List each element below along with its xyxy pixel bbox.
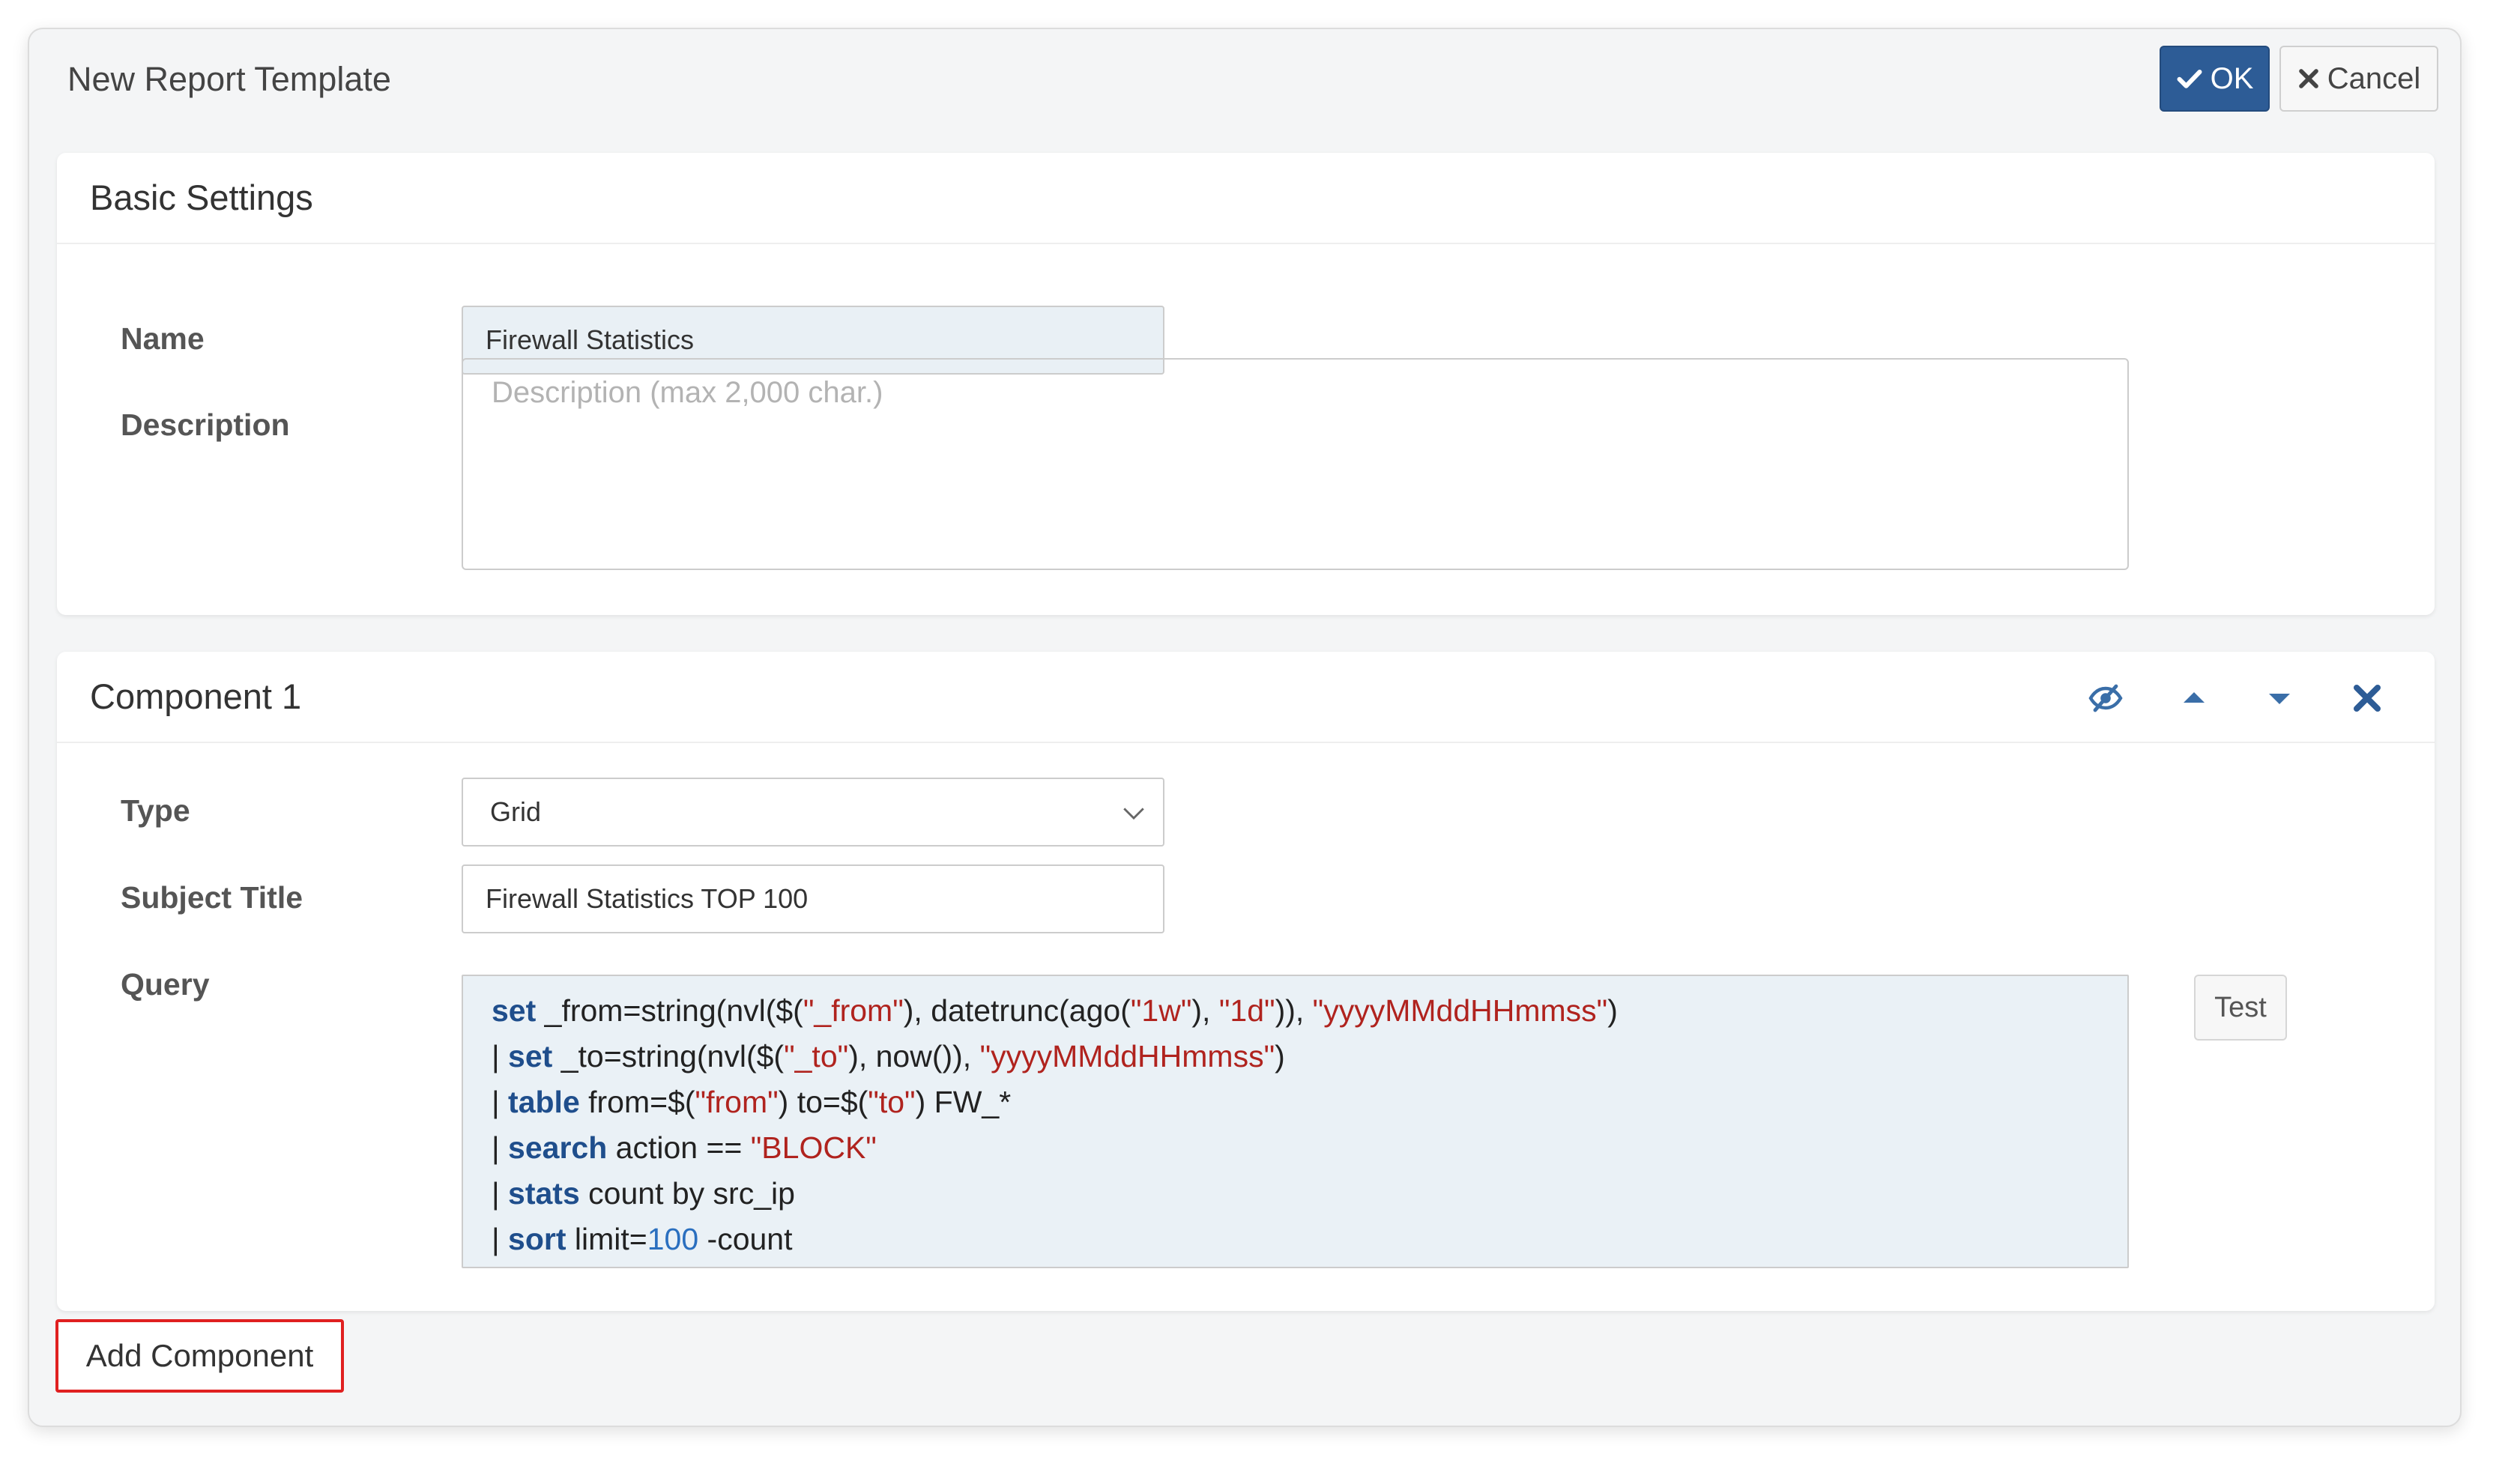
cancel-label: Cancel [2327,61,2421,95]
query-line: | table from=$("from") to=$("to") FW_* [492,1085,1012,1119]
test-button[interactable]: Test [2194,975,2287,1041]
close-icon[interactable] [2349,680,2385,716]
query-line: | search action == "BLOCK" [492,1130,877,1165]
description-label: Description [121,408,290,442]
subject-title-input[interactable]: Firewall Statistics TOP 100 [462,864,1164,933]
report-template-dialog: New Report Template OK Cancel Basic Sett… [28,28,2462,1427]
dialog-title: New Report Template [67,60,391,98]
type-select[interactable]: Grid [462,778,1164,847]
check-icon [2177,70,2202,88]
query-editor[interactable]: set _from=string(nvl($("_from"), datetru… [462,975,2129,1268]
query-line: | sort limit=100 -count [492,1222,793,1256]
description-textarea[interactable]: Description (max 2,000 char.) [462,358,2129,570]
chevron-down-icon [1123,808,1144,820]
basic-settings-title: Basic Settings [90,178,313,217]
basic-settings-panel: Basic Settings Name Firewall Statistics … [57,153,2435,615]
close-icon [2298,69,2318,88]
basic-settings-header: Basic Settings [57,153,2435,244]
component-panel: Component 1 Type Grid Subject Title Fire… [57,652,2435,1311]
type-label: Type [121,793,190,828]
add-component-button[interactable]: Add Component [55,1319,344,1393]
subject-title-label: Subject Title [121,880,303,915]
name-value: Firewall Statistics [486,324,695,355]
arrow-up-icon[interactable] [2176,680,2212,716]
description-placeholder: Description (max 2,000 char.) [492,376,883,409]
arrow-down-icon[interactable] [2261,680,2297,716]
component-title: Component 1 [90,676,302,716]
query-label: Query [121,967,210,1002]
subject-title-value: Firewall Statistics TOP 100 [486,883,809,914]
query-line: | stats count by src_ip [492,1176,795,1211]
ok-label: OK [2210,61,2254,95]
query-line: set _from=string(nvl($("_from"), datetru… [492,993,1618,1028]
ok-button[interactable]: OK [2160,46,2270,112]
type-value: Grid [490,796,542,827]
query-line: | set _to=string(nvl($("_to"), now()), "… [492,1039,1285,1073]
eye-slash-icon[interactable] [2088,680,2124,716]
cancel-button[interactable]: Cancel [2279,46,2438,112]
name-label: Name [121,321,205,356]
component-header: Component 1 [57,652,2435,743]
